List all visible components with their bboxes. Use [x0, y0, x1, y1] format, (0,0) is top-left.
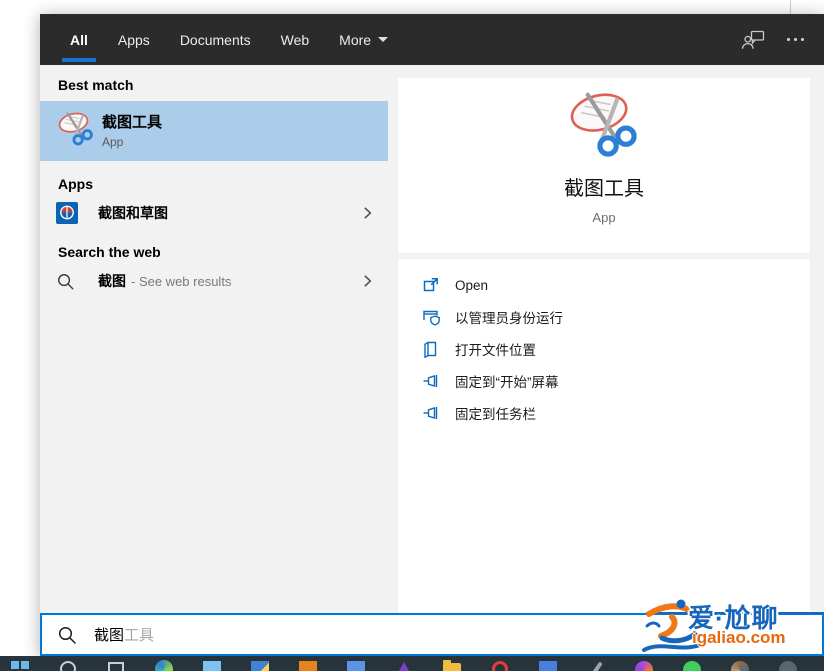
search-icon: [57, 625, 77, 645]
tab-more-label: More: [339, 32, 371, 48]
pin-icon: [422, 404, 441, 422]
opera-icon[interactable]: [488, 659, 512, 671]
web-query: 截图: [98, 271, 126, 291]
tab-apps[interactable]: Apps: [116, 14, 152, 65]
snipping-tool-icon: [56, 110, 96, 152]
action-pin-to-taskbar[interactable]: 固定到任务栏: [398, 397, 810, 429]
result-snip-sketch[interactable]: 截图和草图: [40, 197, 388, 229]
xshell-icon[interactable]: [536, 659, 560, 671]
action-list: Open 以管理员身份运行: [398, 259, 810, 613]
file-location-icon: [422, 340, 441, 358]
mail-icon[interactable]: [248, 659, 272, 671]
search-input[interactable]: 截图 工具: [40, 613, 824, 656]
ellipsis-icon[interactable]: [787, 38, 804, 41]
tab-web-label: Web: [281, 32, 310, 48]
search-icon: [56, 272, 80, 291]
tab-all-label: All: [70, 32, 88, 48]
search-web-heading: Search the web: [40, 242, 388, 262]
color-wheel-icon[interactable]: [632, 659, 656, 671]
feedback-icon[interactable]: [741, 30, 765, 50]
green-app-icon[interactable]: [680, 659, 704, 671]
windows-logo-icon[interactable]: [8, 659, 32, 671]
tab-documents[interactable]: Documents: [178, 14, 253, 65]
action-label: Open: [455, 278, 488, 293]
sogou-icon[interactable]: [344, 659, 368, 671]
web-suffix: - See web results: [131, 274, 231, 289]
start-search-flyout: All Apps Documents Web More: [40, 14, 824, 656]
header-actions: [741, 30, 824, 50]
search-typed-text: 截图: [94, 624, 124, 645]
action-label: 固定到任务栏: [455, 403, 536, 423]
chevron-down-icon: [378, 37, 388, 42]
action-label: 打开文件位置: [455, 339, 536, 359]
web-search-result[interactable]: 截图 - See web results: [40, 265, 388, 297]
search-filter-bar: All Apps Documents Web More: [40, 14, 824, 65]
tab-web[interactable]: Web: [279, 14, 312, 65]
edge-icon[interactable]: [152, 659, 176, 671]
snip-sketch-icon: [56, 202, 80, 224]
background-window-edge: [790, 0, 791, 14]
tab-all[interactable]: All: [68, 14, 90, 65]
best-match-title: 截图工具: [102, 113, 162, 132]
tab-documents-label: Documents: [180, 32, 251, 48]
tab-apps-label: Apps: [118, 32, 150, 48]
preview-panel: 截图工具 App Open: [388, 65, 824, 613]
chevron-right-icon[interactable]: [361, 206, 374, 220]
action-run-as-admin[interactable]: 以管理员身份运行: [398, 301, 810, 333]
app-title: 截图工具: [398, 172, 810, 201]
action-pin-to-start[interactable]: 固定到“开始”屏幕: [398, 365, 810, 397]
app-subtitle: App: [398, 210, 810, 225]
app-preview-card: 截图工具 App: [398, 78, 810, 253]
snipping-tool-icon: [565, 88, 643, 160]
chevron-right-icon[interactable]: [361, 274, 374, 288]
search-icon[interactable]: [56, 659, 80, 671]
action-label: 固定到“开始”屏幕: [455, 371, 559, 391]
best-match-result[interactable]: 截图工具 App: [40, 101, 388, 161]
action-open-file-location[interactable]: 打开文件位置: [398, 333, 810, 365]
task-view-icon[interactable]: [104, 659, 128, 671]
tab-more[interactable]: More: [337, 14, 390, 65]
desktop: All Apps Documents Web More: [0, 0, 824, 671]
file-explorer-icon[interactable]: [440, 659, 464, 671]
open-icon: [422, 276, 441, 294]
settings-icon[interactable]: [776, 659, 800, 671]
run-as-admin-icon: [422, 308, 441, 327]
search-suggestion-text: 工具: [124, 624, 154, 645]
avatar-icon[interactable]: [728, 659, 752, 671]
best-match-subtitle: App: [102, 135, 162, 149]
apps-heading: Apps: [40, 174, 388, 194]
results-panel: Best match: [40, 65, 388, 613]
taskbar: [0, 656, 824, 671]
result-title: 截图和草图: [98, 203, 168, 223]
media-icon[interactable]: [392, 659, 416, 671]
pen-icon[interactable]: [584, 659, 608, 671]
action-label: 以管理员身份运行: [455, 307, 563, 327]
best-match-heading: Best match: [40, 75, 388, 95]
action-open[interactable]: Open: [398, 269, 810, 301]
photos-icon[interactable]: [200, 659, 224, 671]
account-icon[interactable]: [296, 659, 320, 671]
pin-icon: [422, 372, 441, 390]
